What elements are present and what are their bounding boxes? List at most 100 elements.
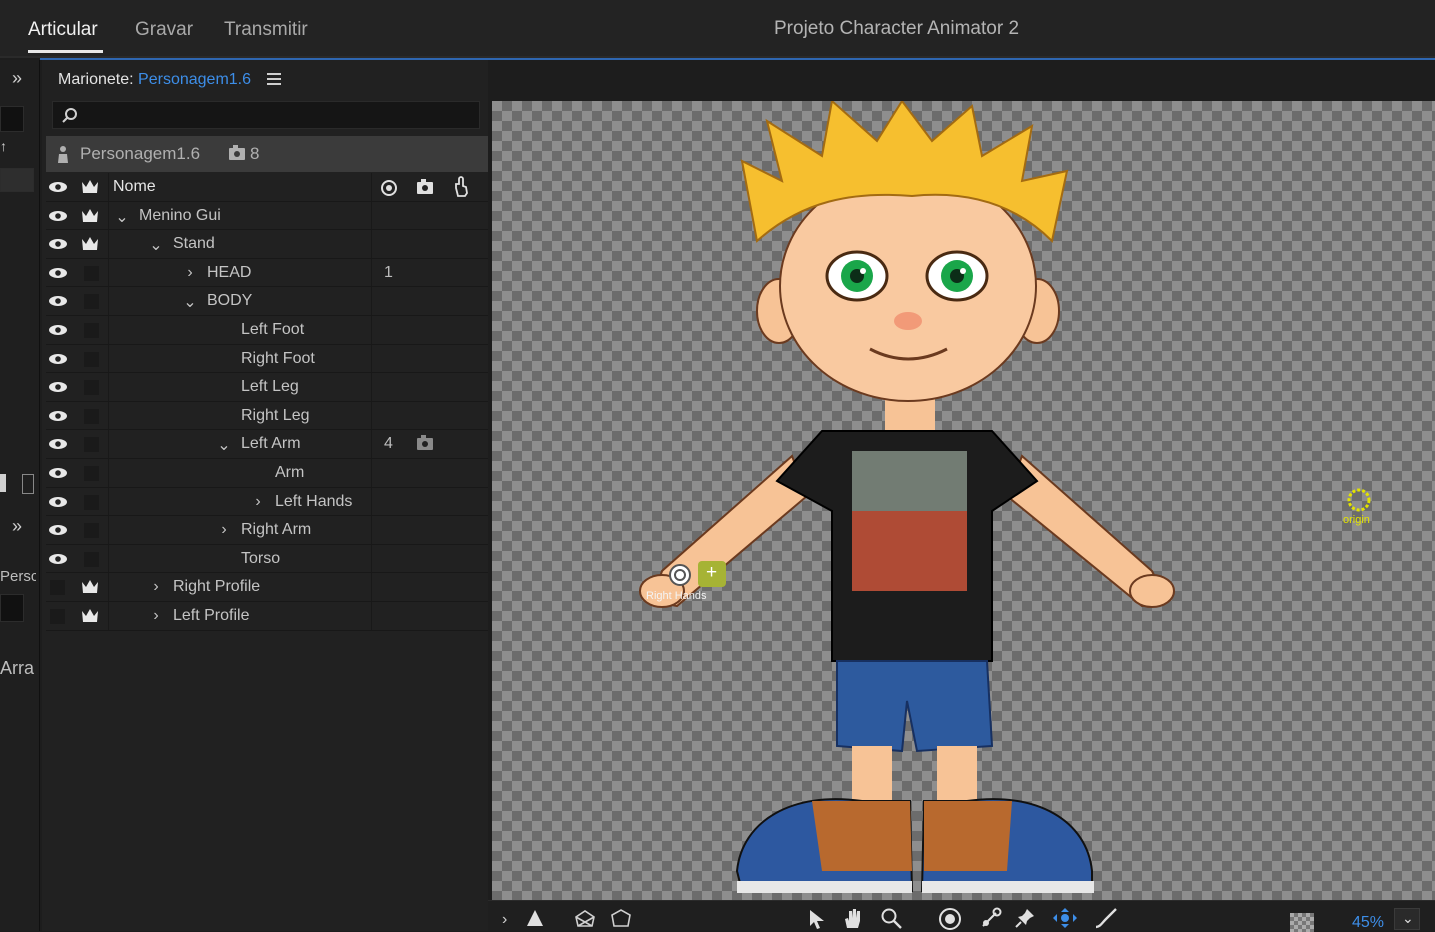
eye-icon[interactable] bbox=[48, 324, 68, 336]
crown-toggle[interactable] bbox=[84, 523, 99, 539]
eye-icon[interactable] bbox=[48, 496, 68, 508]
crown-toggle[interactable] bbox=[84, 351, 99, 367]
layer-row[interactable]: Right Leg bbox=[46, 401, 488, 431]
crown-toggle[interactable] bbox=[84, 265, 99, 281]
eye-icon[interactable] bbox=[48, 353, 68, 365]
layer-row[interactable]: ⌄ Left Arm 4 bbox=[46, 430, 488, 459]
origin-tool-icon[interactable] bbox=[938, 907, 962, 931]
visibility-toggle[interactable] bbox=[50, 608, 65, 624]
tab-transmitir[interactable]: Transmitir bbox=[224, 19, 308, 41]
chevron-right-icon[interactable]: › bbox=[217, 521, 231, 539]
puppet-canvas[interactable]: origin + Right Hands bbox=[492, 101, 1435, 900]
crown-toggle[interactable] bbox=[84, 322, 99, 338]
eye-icon[interactable] bbox=[48, 181, 68, 193]
crown-icon[interactable] bbox=[80, 207, 100, 225]
chevron-down-icon[interactable]: ⌄ bbox=[183, 292, 197, 312]
warning-triangle-icon[interactable] bbox=[526, 909, 544, 927]
hand-pan-icon[interactable] bbox=[842, 907, 864, 929]
transparency-grid-icon[interactable] bbox=[1290, 913, 1314, 932]
eye-icon[interactable] bbox=[48, 553, 68, 565]
stick-tool-icon[interactable] bbox=[1094, 907, 1118, 929]
chevron-down-icon[interactable]: ⌄ bbox=[149, 235, 163, 255]
visibility-toggle[interactable] bbox=[50, 580, 65, 596]
handle-tool-icon[interactable] bbox=[980, 907, 1002, 929]
chevron-right-icon[interactable]: › bbox=[149, 607, 163, 625]
layer-row[interactable]: ⌄ Stand bbox=[46, 230, 488, 259]
layer-label: Right Foot bbox=[241, 349, 315, 367]
layer-row[interactable]: Right Foot bbox=[46, 344, 488, 374]
camera-icon[interactable] bbox=[416, 435, 434, 451]
layer-label: Right Leg bbox=[241, 406, 310, 424]
layer-row[interactable]: › HEAD 1 bbox=[46, 258, 488, 288]
layer-row[interactable]: ⌄ BODY bbox=[46, 287, 488, 316]
eye-icon[interactable] bbox=[48, 295, 68, 307]
layer-row[interactable]: Left Leg bbox=[46, 373, 488, 402]
crown-toggle[interactable] bbox=[84, 294, 99, 310]
layer-row[interactable]: › Right Profile bbox=[46, 573, 488, 602]
eye-icon[interactable] bbox=[48, 210, 68, 222]
collapsed-item[interactable] bbox=[0, 168, 34, 192]
canvas-toolbar: › 45% ⌄ bbox=[488, 900, 1435, 932]
expand-panel-icon[interactable]: » bbox=[12, 68, 22, 89]
touch-hand-icon[interactable] bbox=[452, 176, 470, 198]
dragger-tool-icon[interactable] bbox=[1052, 907, 1078, 929]
select-arrow-icon[interactable] bbox=[808, 909, 826, 929]
eye-icon[interactable] bbox=[48, 467, 68, 479]
square-icon[interactable] bbox=[0, 474, 6, 492]
tab-gravar[interactable]: Gravar bbox=[135, 19, 193, 41]
eye-icon[interactable] bbox=[48, 267, 68, 279]
layer-row[interactable]: › Left Profile bbox=[46, 601, 488, 631]
chevron-right-icon[interactable]: › bbox=[149, 578, 163, 596]
layer-row[interactable]: Torso bbox=[46, 544, 488, 574]
eye-icon[interactable] bbox=[48, 524, 68, 536]
layer-row[interactable]: › Left Hands bbox=[46, 487, 488, 517]
eye-icon[interactable] bbox=[48, 238, 68, 250]
crown-toggle[interactable] bbox=[84, 465, 99, 481]
collapsed-field-2[interactable] bbox=[0, 594, 24, 622]
crown-icon[interactable] bbox=[80, 235, 100, 253]
expand-toolbar-icon[interactable]: › bbox=[502, 911, 507, 929]
puppet-summary-row[interactable]: Personagem1.6 8 bbox=[46, 136, 488, 172]
camera-icon[interactable] bbox=[416, 179, 434, 195]
chevron-right-icon[interactable]: › bbox=[251, 493, 265, 511]
crown-toggle[interactable] bbox=[84, 494, 99, 510]
polygon-icon[interactable] bbox=[610, 909, 632, 927]
crown-toggle[interactable] bbox=[84, 408, 99, 424]
tab-articular[interactable]: Articular bbox=[28, 19, 98, 41]
panel-menu-icon[interactable] bbox=[267, 73, 281, 85]
crown-icon[interactable] bbox=[80, 178, 100, 196]
frame-icon[interactable] bbox=[22, 474, 34, 494]
hand-handle-icon[interactable] bbox=[667, 562, 693, 588]
zoom-level[interactable]: 45% bbox=[1352, 914, 1384, 932]
eye-icon[interactable] bbox=[48, 410, 68, 422]
layer-row[interactable]: › Right Arm bbox=[46, 516, 488, 545]
crown-icon[interactable] bbox=[80, 578, 100, 596]
puppet-name-link[interactable]: Personagem1.6 bbox=[138, 71, 251, 88]
layer-row[interactable]: Left Foot bbox=[46, 315, 488, 345]
expand-panel-icon-2[interactable]: » bbox=[12, 516, 22, 537]
puppet-character-illustration bbox=[639, 101, 1175, 893]
layer-row[interactable]: Arm bbox=[46, 458, 488, 488]
target-icon[interactable] bbox=[380, 179, 398, 197]
project-title: Projeto Character Animator 2 bbox=[774, 18, 1020, 39]
crown-icon[interactable] bbox=[80, 607, 100, 625]
origin-handle-icon[interactable] bbox=[1346, 487, 1372, 513]
mesh-icon[interactable] bbox=[574, 909, 596, 927]
zoom-tool-icon[interactable] bbox=[880, 907, 902, 929]
layer-label: Right Profile bbox=[173, 578, 261, 596]
zoom-dropdown[interactable]: ⌄ bbox=[1394, 908, 1420, 930]
chevron-right-icon[interactable]: › bbox=[183, 264, 197, 282]
add-handle-button[interactable]: + bbox=[698, 561, 726, 587]
eye-icon[interactable] bbox=[48, 438, 68, 450]
layer-row[interactable]: ⌄ Menino Gui bbox=[46, 201, 488, 231]
collapsed-field[interactable] bbox=[0, 106, 24, 132]
crown-toggle[interactable] bbox=[84, 437, 99, 453]
pin-tool-icon[interactable] bbox=[1014, 907, 1036, 929]
search-input[interactable] bbox=[52, 101, 480, 129]
eye-icon[interactable] bbox=[48, 381, 68, 393]
chevron-down-icon[interactable]: ⌄ bbox=[115, 207, 129, 227]
crown-toggle[interactable] bbox=[84, 380, 99, 396]
crown-toggle[interactable] bbox=[84, 551, 99, 567]
chevron-down-icon[interactable]: ⌄ bbox=[217, 435, 231, 455]
up-arrow-icon[interactable]: ↑ bbox=[0, 138, 7, 154]
